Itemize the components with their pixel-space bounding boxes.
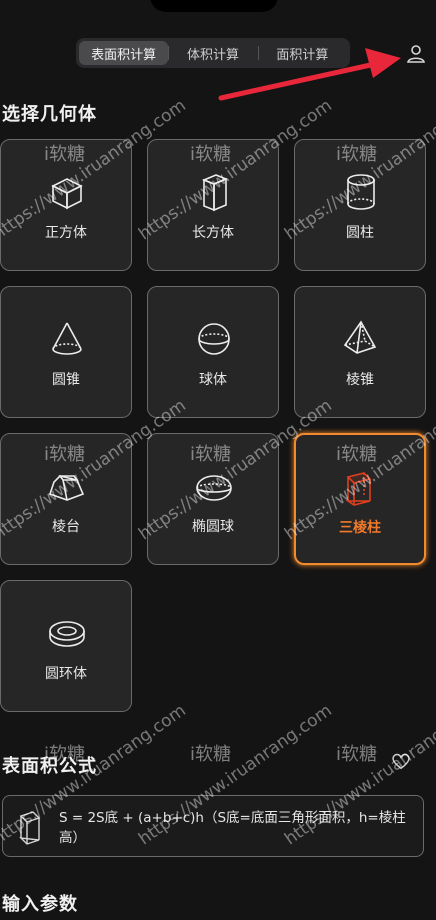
section-title-choose-shape: 选择几何体: [2, 104, 97, 125]
cylinder-icon: [347, 174, 375, 210]
shape-card-pyramid[interactable]: 棱锥: [294, 286, 426, 418]
cube-icon: [51, 178, 83, 210]
section-title-input: 输入参数: [2, 894, 78, 915]
frustum-icon: [48, 475, 85, 501]
sphere-icon: [198, 323, 230, 355]
shape-card-torus[interactable]: 圆环体: [0, 580, 132, 712]
section-title-formula: 表面积公式: [2, 756, 97, 777]
shape-card-cylinder[interactable]: 圆柱: [294, 139, 426, 271]
cuboid-icon: [201, 174, 229, 212]
shape-label: 圆锥: [52, 372, 80, 388]
watermark-tag: i软糖: [190, 744, 232, 765]
shape-card-frustum[interactable]: 棱台: [0, 433, 132, 565]
shape-card-cube[interactable]: 正方体: [0, 139, 132, 271]
shape-label: 圆环体: [45, 666, 87, 682]
shape-label: 球体: [199, 372, 227, 388]
shape-label: 椭圆球: [192, 519, 234, 535]
ellipsoid-icon: [196, 475, 232, 501]
formula-card: S = 2S底 + (a+b+c)h（S底=底面三角形面积，h=棱柱高）: [2, 795, 424, 857]
triangular-prism-icon: [345, 472, 372, 506]
triangular-prism-icon: [19, 811, 41, 845]
user-profile-button[interactable]: [404, 42, 428, 66]
pyramid-icon: [343, 320, 377, 354]
user-icon: [407, 45, 425, 63]
status-bar-notch: [150, 0, 278, 12]
shape-label: 三棱柱: [339, 520, 381, 536]
heart-icon[interactable]: [390, 750, 412, 772]
cone-icon: [52, 322, 82, 355]
shape-card-ellipsoid[interactable]: 椭圆球: [147, 433, 279, 565]
torus-icon: [49, 621, 85, 647]
shape-label: 棱台: [52, 519, 80, 535]
shape-card-sphere[interactable]: 球体: [147, 286, 279, 418]
tab-area[interactable]: 面积计算: [257, 41, 347, 65]
shape-label: 圆柱: [346, 225, 374, 241]
shape-card-cone[interactable]: 圆锥: [0, 286, 132, 418]
tab-volume[interactable]: 体积计算: [168, 41, 257, 65]
watermark-tag: i软糖: [336, 744, 378, 765]
shape-card-triangular-prism[interactable]: 三棱柱: [294, 433, 426, 565]
shape-label: 正方体: [45, 225, 87, 241]
calc-mode-tabs: 表面积计算 体积计算 面积计算: [76, 38, 350, 68]
shape-label: 棱锥: [346, 372, 374, 388]
shape-label: 长方体: [192, 225, 234, 241]
tab-surface-area[interactable]: 表面积计算: [79, 41, 169, 65]
formula-text: S = 2S底 + (a+b+c)h（S底=底面三角形面积，h=棱柱高）: [59, 810, 406, 846]
shape-card-cuboid[interactable]: 长方体: [147, 139, 279, 271]
